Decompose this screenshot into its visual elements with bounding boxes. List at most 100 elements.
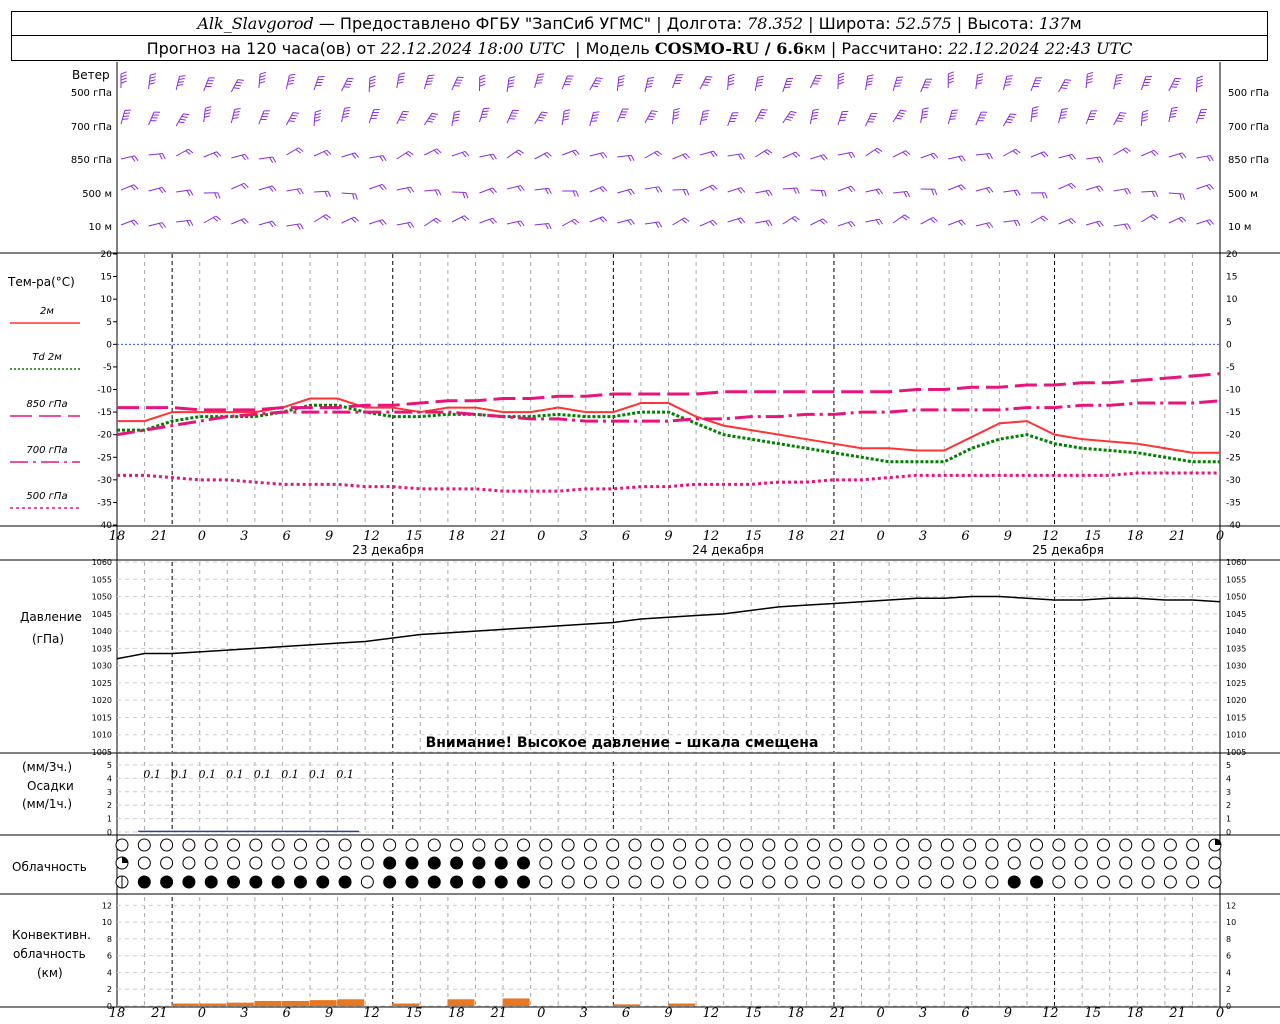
wind-barb-flag [986, 153, 990, 160]
wind-barb-flag [410, 222, 415, 228]
wind-barb-flag [650, 112, 657, 115]
precip-tick-left: 5 [107, 761, 112, 770]
cloud-symbol [873, 838, 887, 852]
conv-tick-right: 0 [1226, 1002, 1231, 1011]
pressure-tick-right: 1025 [1226, 679, 1246, 688]
wind-barb [148, 111, 155, 126]
temp-legend-label: Td 2м [32, 352, 62, 363]
temp-tick-right: -5 [1226, 363, 1235, 373]
wind-barb [616, 108, 624, 123]
x-tick-label: 9 [1004, 529, 1012, 544]
wind-barb-flag [848, 152, 853, 159]
pressure-tick-right: 1035 [1226, 644, 1246, 653]
wind-barb-flag [130, 185, 136, 191]
wind-barb [561, 75, 568, 90]
wind-barb [534, 151, 548, 160]
wind-barb-flag [1152, 214, 1159, 219]
cloud-symbol [1208, 856, 1222, 870]
pressure-unit: (гПа) [32, 632, 64, 646]
conv-tick-left: 12 [102, 901, 112, 910]
wind-barb [810, 189, 825, 192]
wind-barb-flag [1099, 156, 1104, 163]
precip-amount: 0.1 [226, 768, 244, 781]
x-tick-label: 12 [703, 1006, 720, 1021]
wind-barb-flag [931, 189, 935, 195]
wind-barb-flag [1171, 106, 1178, 109]
wind-barb-flag [572, 150, 577, 156]
x-tick-label: 0 [198, 529, 206, 544]
wind-barb-flag [243, 218, 249, 224]
cloud-symbol [494, 875, 508, 889]
cloud-symbol [1141, 875, 1155, 889]
wind-barb-flag [930, 153, 936, 160]
wind-level-label: 850 гПа [71, 155, 112, 166]
wind-barb-flag [949, 118, 956, 120]
wind-barb [1002, 76, 1008, 91]
cloud-symbol [249, 875, 263, 889]
wind-barb-flag [648, 77, 655, 79]
wind-barb-flag [712, 219, 718, 225]
wind-barb-flag [327, 191, 331, 197]
wind-barb-flag [1043, 151, 1049, 157]
wind-barb-flag [1099, 185, 1104, 191]
wind-barb [451, 77, 459, 91]
wind-barb-flag [847, 186, 853, 193]
wind-barb-flag [353, 216, 359, 222]
cloud-symbol [784, 875, 798, 889]
temp-tick-right: 10 [1226, 295, 1238, 305]
wind-barb-flag [682, 154, 688, 160]
wind-barb-flag [545, 223, 549, 230]
pressure-tick-right: 1015 [1226, 713, 1246, 722]
wind-barb-flag [838, 75, 845, 79]
wind-barb [341, 78, 349, 92]
wind-barb-flag [571, 220, 577, 225]
wind-barb [892, 214, 905, 224]
cloud-symbol [1007, 856, 1021, 870]
precip-tick-right: 0 [1226, 828, 1231, 837]
wind-barb-flag [233, 87, 240, 89]
wind-barb-flag [602, 216, 608, 222]
wind-barb [1141, 149, 1155, 157]
wind-barb-flag [1099, 220, 1104, 227]
wind-barb [892, 77, 898, 92]
wind-barb-flag [1044, 192, 1048, 199]
wind-barb-flag [958, 185, 963, 191]
wind-barb-flag [977, 76, 984, 79]
wind-barb-flag [820, 190, 824, 197]
wind-barb [672, 74, 678, 89]
wind-barb-flag [288, 120, 295, 122]
precip-bar [165, 830, 194, 833]
wind-barb [1030, 77, 1037, 92]
cloud-symbol [740, 856, 754, 870]
wind-barb-flag [271, 220, 277, 227]
x-tick-label: 0 [1216, 1006, 1224, 1021]
x-tick-label: 21 [1168, 529, 1186, 544]
wind-barb-flag [397, 81, 404, 84]
cloud-symbol [517, 856, 531, 870]
cloud-symbol [539, 875, 553, 889]
wind-barb-flag [929, 218, 936, 224]
x-tick-label: 6 [283, 529, 291, 544]
cloud-symbol [561, 838, 575, 852]
pressure-tick-right: 1005 [1226, 748, 1246, 757]
x-tick-label: 18 [109, 529, 126, 544]
wind-level-label-right: 850 гПа [1228, 155, 1269, 166]
wind-barb-flag [948, 77, 955, 81]
wind-barb-flag [1096, 157, 1101, 163]
wind-barb [782, 78, 788, 93]
wind-barb-flag [434, 189, 439, 196]
wind-barb-flag [543, 153, 550, 159]
wind-barb-flag [1170, 112, 1177, 115]
wind-barb-flag [986, 223, 991, 229]
wind-barb-flag [564, 109, 571, 112]
wind-barb-flag [795, 151, 801, 157]
x-tick-label: 15 [406, 1006, 423, 1021]
cloud-symbol [806, 838, 820, 852]
cloud-symbol [762, 838, 776, 852]
cloud-symbol [293, 856, 307, 870]
wind-barb-flag [850, 221, 856, 227]
wind-barb-flag [1060, 87, 1067, 89]
wind-barb-flag [120, 74, 127, 78]
wind-barb-flag [189, 220, 194, 226]
cloud-symbol [583, 856, 597, 870]
